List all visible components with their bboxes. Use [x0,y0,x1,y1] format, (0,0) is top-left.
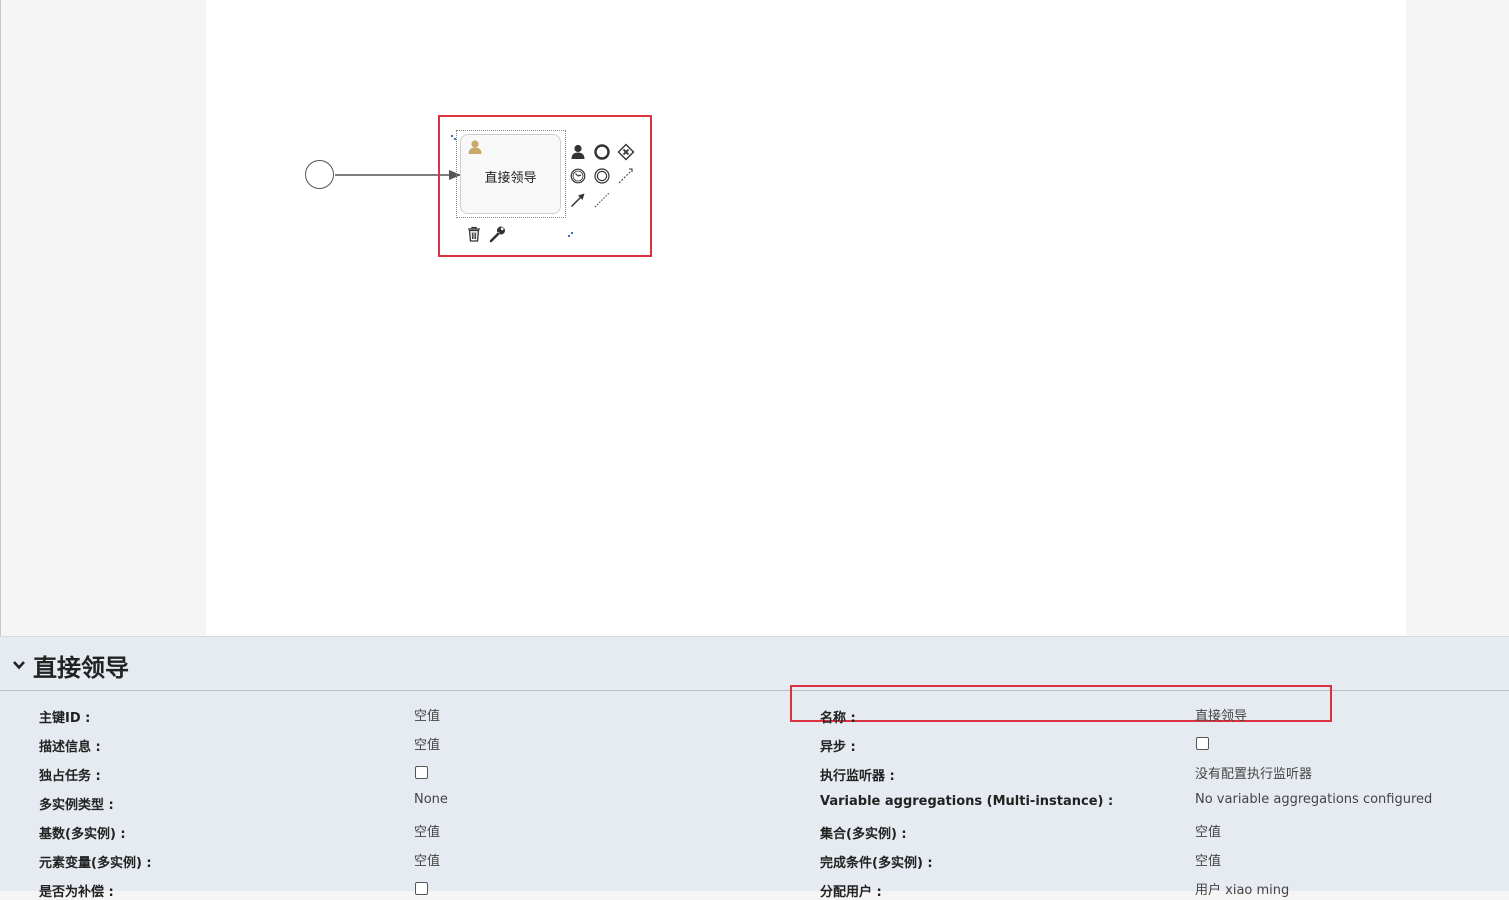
user-task[interactable]: 直接领导 [460,134,561,214]
association-icon[interactable] [617,167,635,185]
end-event-icon[interactable] [593,143,611,161]
start-event[interactable] [305,160,334,189]
delete-icon[interactable] [465,225,483,243]
property-checkbox[interactable] [415,882,428,895]
resize-handle-top-left[interactable] [451,125,456,140]
property-value[interactable]: None [414,792,448,807]
wrench-icon[interactable] [488,225,506,243]
property-label: 是否为补偿 : [39,885,114,900]
property-label: 独占任务 : [39,769,101,784]
property-value[interactable]: 空值 [414,734,440,753]
property-value[interactable]: 直接领导 [1195,705,1247,724]
property-label: 异步 : [820,740,856,755]
property-label: 基数(多实例) : [39,827,126,842]
property-label: 多实例类型 : [39,798,114,813]
properties-panel: 直接领导 主键ID : 空值 描述信息 : 空值 独占任务 : 多实例类型 : None 基数… [0,636,1509,900]
diagram-canvas[interactable] [206,0,1406,636]
canvas-area: 直接领导 [0,0,1509,636]
properties-title: 直接领导 [33,654,129,682]
property-label: 集合(多实例) : [820,827,907,842]
user-icon [467,139,483,155]
property-label: 分配用户 : [820,885,882,900]
property-label: 名称 : [820,711,856,726]
property-label: 完成条件(多实例) : [820,856,933,871]
task-label: 直接领导 [484,171,537,186]
property-value[interactable]: No variable aggregations configured [1195,792,1432,807]
property-label: 执行监听器 : [820,769,895,784]
property-value[interactable]: 空值 [1195,821,1221,840]
property-label: 元素变量(多实例) : [39,856,152,871]
chevron-down-icon[interactable] [12,657,26,671]
property-label: Variable aggregations (Multi-instance) : [820,794,1114,809]
property-label: 描述信息 : [39,740,101,755]
property-value[interactable]: 空值 [414,705,440,724]
property-value[interactable]: 空值 [414,821,440,840]
properties-header[interactable]: 直接领导 [0,637,1509,691]
property-value[interactable]: 没有配置执行监听器 [1195,763,1312,782]
property-checkbox[interactable] [1196,737,1209,750]
property-value[interactable]: 空值 [414,850,440,869]
sequence-flow-icon[interactable] [569,191,587,209]
property-value[interactable]: 用户 xiao ming [1195,879,1289,898]
user-task-icon[interactable] [569,143,587,161]
intermediate-event-icon[interactable] [593,167,611,185]
intermediate-timer-icon[interactable] [569,167,587,185]
property-value[interactable]: 空值 [1195,850,1221,869]
gateway-icon[interactable] [617,143,635,161]
property-label: 主键ID : [39,711,91,726]
resize-handle-bottom-right[interactable] [568,222,573,237]
property-checkbox[interactable] [415,766,428,779]
dotted-connector-icon[interactable] [593,191,611,209]
